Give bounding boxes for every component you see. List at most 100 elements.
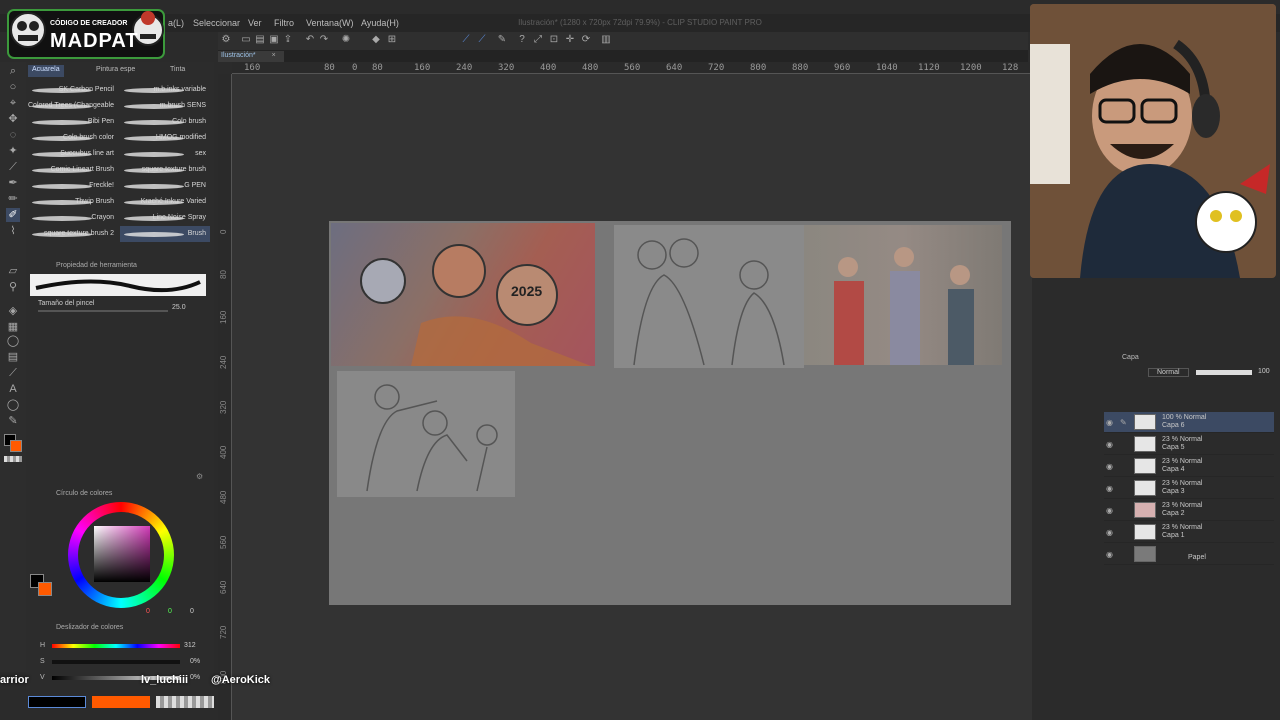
eye-icon[interactable]: ◉: [1106, 528, 1113, 537]
fill-bucket-icon[interactable]: ◈: [6, 304, 20, 318]
brush-item[interactable]: Colo brush: [120, 114, 210, 130]
menu-item-layer[interactable]: a(L): [168, 18, 184, 28]
hue-slider[interactable]: [52, 644, 180, 648]
help-icon[interactable]: ?: [516, 34, 528, 46]
loading-icon[interactable]: ✺: [340, 34, 352, 46]
eye-icon[interactable]: ◉: [1106, 418, 1113, 427]
brush-item[interactable]: G PEN: [120, 178, 210, 194]
brush-item[interactable]: Freckle!: [28, 178, 118, 194]
expand-icon[interactable]: ⤢: [532, 34, 544, 46]
brush-item[interactable]: square texture brush 2: [28, 226, 118, 242]
transform-icon[interactable]: ⊞: [386, 34, 398, 46]
transparent-color-swatch[interactable]: [4, 456, 22, 462]
special-ruler-snap-icon[interactable]: ⟋: [476, 34, 488, 46]
ruler-snap-icon[interactable]: ⟋: [460, 34, 472, 46]
tab-pintura[interactable]: Pintura espe: [92, 65, 139, 77]
operation-icon[interactable]: ⌖: [6, 96, 20, 110]
brush-item[interactable]: Colo brush color: [28, 130, 118, 146]
v-value[interactable]: 0%: [190, 674, 200, 681]
layer-row[interactable]: ◉ 23 % Normal Capa 3: [1104, 478, 1274, 499]
new-file-icon[interactable]: ▭: [240, 34, 252, 46]
text-icon[interactable]: A: [6, 382, 20, 396]
redo-icon[interactable]: ↷: [318, 34, 330, 46]
pencil-icon[interactable]: ✏: [6, 192, 20, 206]
layer-row[interactable]: ◉ 23 % Normal Capa 2: [1104, 500, 1274, 521]
blend-icon[interactable]: ⚲: [6, 280, 20, 294]
brush-item[interactable]: Crayon: [28, 210, 118, 226]
move-icon[interactable]: ✥: [6, 112, 20, 126]
ruler-tool-icon[interactable]: ⟋: [6, 366, 20, 380]
sub-color-swatch[interactable]: [38, 582, 52, 596]
save-icon[interactable]: ▣: [268, 34, 280, 46]
layer-row[interactable]: ◉ 23 % Normal Capa 4: [1104, 456, 1274, 477]
layer-opacity-slider[interactable]: [1196, 370, 1252, 375]
menu-item-select[interactable]: Seleccionar: [193, 18, 240, 28]
tab-tinta[interactable]: Tinta: [166, 65, 189, 77]
saturation-slider[interactable]: [52, 660, 180, 664]
swatch-orange[interactable]: [92, 696, 150, 708]
panel-icon[interactable]: ▥: [600, 34, 612, 46]
correct-line-icon[interactable]: ✎: [6, 414, 20, 428]
eye-icon[interactable]: ◉: [1106, 550, 1113, 559]
brush-item[interactable]: Succubus line art: [28, 146, 118, 162]
hand-icon[interactable]: ○: [6, 80, 20, 94]
brush-item[interactable]: sex: [120, 146, 210, 162]
menu-item-window[interactable]: Ventana(W): [306, 18, 354, 28]
brush-item[interactable]: Comic Lineart Brush: [28, 162, 118, 178]
shape-icon[interactable]: ◯: [6, 334, 20, 348]
balloon-icon[interactable]: ◯: [6, 398, 20, 412]
brush-item[interactable]: m.brush SENS: [120, 98, 210, 114]
zoom-icon[interactable]: ⌕: [6, 64, 20, 78]
eye-icon[interactable]: ◉: [1106, 506, 1113, 515]
tab-ilustracion[interactable]: Ilustración* ×: [218, 51, 284, 62]
brush-size-slider[interactable]: [38, 310, 168, 312]
sub-color-swatch[interactable]: [10, 440, 22, 452]
frame-icon[interactable]: ▤: [6, 350, 20, 364]
menu-item-view[interactable]: Ver: [248, 18, 262, 28]
brush-item[interactable]: HMOG modified: [120, 130, 210, 146]
eraser-icon[interactable]: ▱: [6, 264, 20, 278]
layer-row[interactable]: ◉ ✎ 100 % Normal Capa 6: [1104, 412, 1274, 433]
grid-icon[interactable]: ⊡: [548, 34, 560, 46]
swatch-black[interactable]: [28, 696, 86, 708]
brush-item[interactable]: m.b.inks variable: [120, 82, 210, 98]
layer-row[interactable]: ◉ Papel: [1104, 544, 1274, 565]
menu-item-help[interactable]: Ayuda(H): [361, 18, 399, 28]
fill-icon[interactable]: ◆: [370, 34, 382, 46]
brush-item[interactable]: Line Noise Spray: [120, 210, 210, 226]
close-icon[interactable]: ×: [272, 52, 276, 59]
gradient-icon[interactable]: ▦: [6, 320, 20, 334]
menu-item-filter[interactable]: Filtro: [274, 18, 294, 28]
undo-icon[interactable]: ↶: [304, 34, 316, 46]
brush-item[interactable]: Kraché Inkure Varied: [120, 194, 210, 210]
airbrush-icon[interactable]: ⌇: [6, 224, 20, 238]
lasso-icon[interactable]: ◌: [6, 128, 20, 142]
brush-icon[interactable]: ✐: [6, 208, 20, 222]
brush-size-value[interactable]: 25.0: [172, 304, 186, 311]
eyedropper-icon[interactable]: ⟋: [6, 160, 20, 174]
brush-item[interactable]: SK Carbon Pencil: [28, 82, 118, 98]
eye-icon[interactable]: ◉: [1106, 462, 1113, 471]
brush-item[interactable]: Bibi Pen: [28, 114, 118, 130]
layer-opacity-value[interactable]: 100: [1258, 368, 1270, 375]
blend-mode-select[interactable]: Normal: [1148, 368, 1189, 377]
layer-row[interactable]: ◉ 23 % Normal Capa 1: [1104, 522, 1274, 543]
open-file-icon[interactable]: ▤: [254, 34, 266, 46]
settings-icon[interactable]: ⚙: [196, 472, 203, 481]
brush-item[interactable]: Brush: [120, 226, 210, 242]
swatch-transparent[interactable]: [156, 696, 214, 708]
saturation-value-square[interactable]: [94, 526, 150, 582]
tab-acuarela[interactable]: Acuarela: [28, 65, 64, 77]
h-value[interactable]: 312: [184, 642, 196, 649]
brush-item[interactable]: Thwip Brush: [28, 194, 118, 210]
eye-icon[interactable]: ◉: [1106, 440, 1113, 449]
brush-item[interactable]: square texture brush: [120, 162, 210, 178]
layer-row[interactable]: ◉ 23 % Normal Capa 5: [1104, 434, 1274, 455]
magic-wand-icon[interactable]: ✦: [6, 144, 20, 158]
crosshair-icon[interactable]: ✛: [564, 34, 576, 46]
gear-icon[interactable]: ⚙: [220, 34, 232, 46]
pen-icon[interactable]: ✎: [496, 34, 508, 46]
s-value[interactable]: 0%: [190, 658, 200, 665]
eye-icon[interactable]: ◉: [1106, 484, 1113, 493]
brush-item[interactable]: Colored Trees (Changeable: [28, 98, 118, 114]
